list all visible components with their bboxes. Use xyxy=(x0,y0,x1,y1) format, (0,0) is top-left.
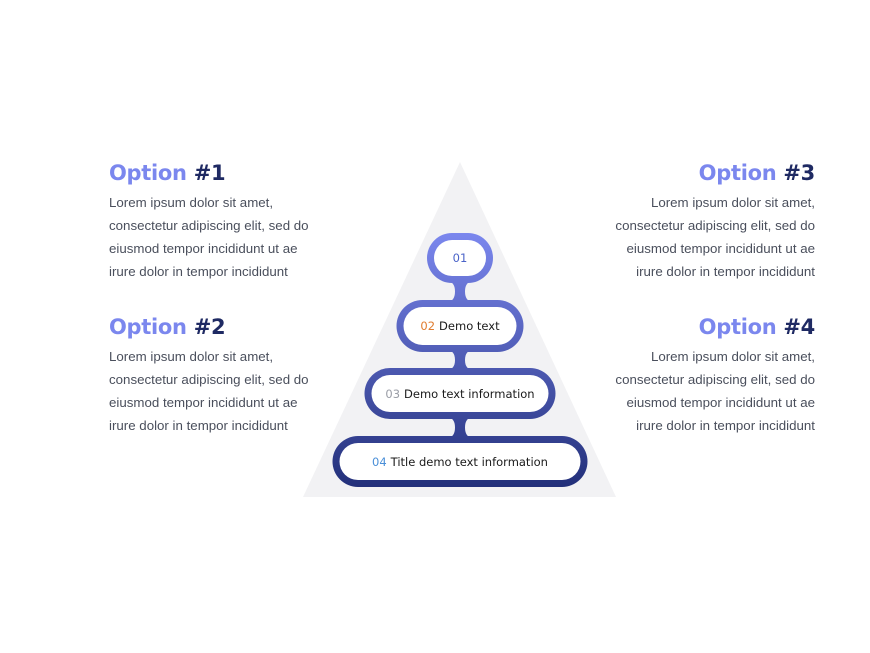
option-2-title: Option #2 xyxy=(109,314,339,340)
body-line: irure dolor in tempor incididunt xyxy=(636,418,815,433)
option-word: Option xyxy=(698,315,777,339)
body-line: eiusmod tempor incididunt ut ae xyxy=(109,241,298,256)
option-4: Option #4 Lorem ipsum dolor sit amet, co… xyxy=(585,314,815,437)
option-3: Option #3 Lorem ipsum dolor sit amet, co… xyxy=(585,160,815,283)
body-line: consectetur adipiscing elit, sed do xyxy=(615,372,815,387)
option-2: Option #2 Lorem ipsum dolor sit amet, co… xyxy=(109,314,339,437)
body-line: consectetur adipiscing elit, sed do xyxy=(615,218,815,233)
option-number: #1 xyxy=(193,161,226,185)
body-line: Lorem ipsum dolor sit amet, xyxy=(109,349,274,364)
pyramid-step-4-label: 04 Title demo text information xyxy=(372,455,548,469)
pyramid-step-2-label: 02 Demo text xyxy=(420,319,499,333)
option-number: #4 xyxy=(783,315,815,339)
step-index: 02 xyxy=(420,319,436,333)
option-1-body: Lorem ipsum dolor sit amet, consectetur … xyxy=(109,191,339,283)
step-index: 01 xyxy=(452,251,468,265)
step-text: Demo text xyxy=(439,319,500,333)
option-3-body: Lorem ipsum dolor sit amet, consectetur … xyxy=(585,191,815,283)
option-number: #3 xyxy=(783,161,815,185)
body-line: Lorem ipsum dolor sit amet, xyxy=(650,195,815,210)
body-line: consectetur adipiscing elit, sed do xyxy=(109,372,309,387)
step-index: 04 xyxy=(372,454,387,469)
option-4-title: Option #4 xyxy=(585,314,816,340)
body-line: eiusmod tempor incididunt ut ae xyxy=(626,395,815,410)
step-index: 03 xyxy=(385,386,401,401)
option-1: Option #1 Lorem ipsum dolor sit amet, co… xyxy=(109,160,339,283)
option-4-body: Lorem ipsum dolor sit amet, consectetur … xyxy=(585,345,815,437)
pyramid-step-1-label: 01 xyxy=(453,251,468,265)
option-word: Option xyxy=(698,161,777,185)
pyramid-step-3-label: 03 Demo text information xyxy=(385,387,534,401)
body-line: irure dolor in tempor incididunt xyxy=(109,418,288,433)
body-line: irure dolor in tempor incididunt xyxy=(109,264,288,279)
body-line: Lorem ipsum dolor sit amet, xyxy=(650,349,815,364)
body-line: Lorem ipsum dolor sit amet, xyxy=(109,195,274,210)
body-line: eiusmod tempor incididunt ut ae xyxy=(109,395,298,410)
option-2-body: Lorem ipsum dolor sit amet, consectetur … xyxy=(109,345,339,437)
body-line: consectetur adipiscing elit, sed do xyxy=(109,218,309,233)
body-line: irure dolor in tempor incididunt xyxy=(636,264,815,279)
step-text: Title demo text information xyxy=(390,454,548,469)
body-line: eiusmod tempor incididunt ut ae xyxy=(626,241,815,256)
option-word: Option xyxy=(109,161,187,185)
step-text: Demo text information xyxy=(404,386,535,401)
option-3-title: Option #3 xyxy=(585,160,816,186)
option-1-title: Option #1 xyxy=(109,160,339,186)
option-word: Option xyxy=(109,315,187,339)
option-number: #2 xyxy=(193,315,226,339)
